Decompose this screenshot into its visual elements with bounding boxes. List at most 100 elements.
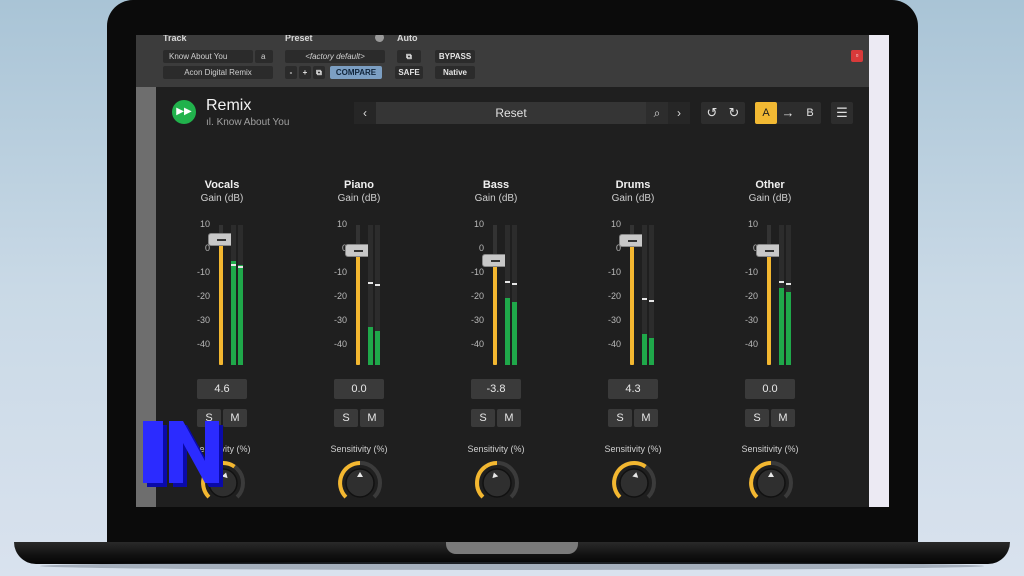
sensitivity-label: Sensitivity (%) bbox=[467, 444, 525, 454]
b-button[interactable]: B bbox=[799, 102, 821, 124]
copy-icon[interactable]: ⧉ bbox=[313, 66, 325, 79]
preset-menu-icon[interactable] bbox=[375, 35, 384, 42]
host-side-strip bbox=[869, 35, 889, 507]
level-meter-right bbox=[375, 225, 380, 365]
waveform-icon: ıl. bbox=[206, 117, 217, 128]
ab-compare-group: A → B bbox=[755, 102, 821, 124]
target-icon[interactable]: ▫ bbox=[851, 50, 863, 62]
host-plugin-header: Track Know About You a Acon Digital Remi… bbox=[136, 35, 889, 87]
level-meter-left bbox=[505, 225, 510, 365]
plugin-subtitle: ıl. Know About You bbox=[206, 117, 289, 128]
mute-button[interactable]: M bbox=[360, 409, 384, 427]
channel-name: Vocals bbox=[204, 179, 240, 191]
level-meter-left bbox=[368, 225, 373, 365]
meter-peak bbox=[779, 281, 784, 283]
safe-button[interactable]: SAFE bbox=[395, 66, 423, 79]
solo-button[interactable]: S bbox=[745, 409, 769, 427]
scale-tick-label: -10 bbox=[333, 267, 347, 277]
sensitivity-label: Sensitivity (%) bbox=[741, 444, 799, 454]
preset-next-button[interactable]: + bbox=[299, 66, 311, 79]
plugin-title: Remix bbox=[206, 97, 252, 114]
solo-button[interactable]: S bbox=[608, 409, 632, 427]
screen: Track Know About You a Acon Digital Remi… bbox=[136, 35, 889, 507]
level-meter-left bbox=[231, 225, 236, 365]
gain-scale: 100-10-20-30-40 bbox=[593, 219, 621, 359]
gain-label: Gain (dB) bbox=[200, 193, 244, 204]
undo-icon[interactable]: ↺ bbox=[701, 102, 723, 124]
scale-tick-label: -40 bbox=[196, 339, 210, 349]
channel-name: Bass bbox=[482, 179, 510, 191]
track-selector[interactable]: Know About You bbox=[163, 50, 253, 63]
channel-logo-watermark bbox=[143, 421, 223, 487]
host-preset-selector[interactable]: <factory default> bbox=[285, 50, 385, 63]
mute-button[interactable]: M bbox=[771, 409, 795, 427]
mute-button[interactable]: M bbox=[634, 409, 658, 427]
track-slot-selector[interactable]: a bbox=[255, 50, 273, 63]
compare-button[interactable]: COMPARE bbox=[330, 66, 382, 79]
scale-tick-label: -30 bbox=[607, 315, 621, 325]
scale-tick-label: -20 bbox=[470, 291, 484, 301]
level-meter-right bbox=[786, 225, 791, 365]
sensitivity-knob[interactable] bbox=[747, 459, 795, 507]
scale-tick-label: -30 bbox=[744, 315, 758, 325]
gain-label: Gain (dB) bbox=[611, 193, 655, 204]
scale-tick-label: -40 bbox=[470, 339, 484, 349]
play-forward-icon: ▶▶ bbox=[172, 100, 196, 124]
solo-button[interactable]: S bbox=[334, 409, 358, 427]
gain-value-field[interactable]: 4.6 bbox=[197, 379, 247, 399]
scale-tick-label: -10 bbox=[607, 267, 621, 277]
native-button[interactable]: Native bbox=[435, 66, 475, 79]
fader-fill bbox=[493, 260, 497, 365]
automation-window-icon[interactable]: ⧉ bbox=[397, 50, 421, 63]
gain-scale: 100-10-20-30-40 bbox=[182, 219, 210, 359]
meter-peak bbox=[642, 298, 647, 300]
channel-strip-bass: Bass Gain (dB) 10 0 -10 -20 -30 -40 -3.8 S M … bbox=[446, 179, 546, 505]
search-icon[interactable]: ⌕ bbox=[646, 102, 668, 124]
solo-button[interactable]: S bbox=[471, 409, 495, 427]
laptop-notch bbox=[446, 542, 578, 554]
channel-name: Drums bbox=[615, 179, 651, 191]
gain-value-field[interactable]: -3.8 bbox=[471, 379, 521, 399]
scale-tick-label: 10 bbox=[199, 219, 210, 229]
chevron-right-icon[interactable]: › bbox=[668, 102, 690, 124]
sensitivity-knob[interactable] bbox=[610, 459, 658, 507]
meter-fill bbox=[786, 292, 791, 365]
mute-button[interactable]: M bbox=[497, 409, 521, 427]
scale-tick-label: -30 bbox=[333, 315, 347, 325]
remix-plugin-window: ▶▶ Remix ıl. Know About You ‹ Reset ⌕ › … bbox=[156, 87, 869, 507]
meter-fill bbox=[375, 331, 380, 365]
sensitivity-knob[interactable] bbox=[473, 459, 521, 507]
gain-value-field[interactable]: 0.0 bbox=[334, 379, 384, 399]
a-button[interactable]: A bbox=[755, 102, 777, 124]
scale-tick-label: 10 bbox=[336, 219, 347, 229]
scale-tick-label: -40 bbox=[333, 339, 347, 349]
mute-button[interactable]: M bbox=[223, 409, 247, 427]
bypass-button[interactable]: BYPASS bbox=[435, 50, 475, 63]
scale-tick-label: -40 bbox=[607, 339, 621, 349]
scale-tick-label: 10 bbox=[473, 219, 484, 229]
meter-fill bbox=[231, 261, 236, 365]
gain-value-field[interactable]: 4.3 bbox=[608, 379, 658, 399]
preset-label: Preset bbox=[285, 35, 313, 43]
copy-a-to-b-icon[interactable]: → bbox=[777, 102, 799, 124]
plugin-insert-selector[interactable]: Acon Digital Remix bbox=[163, 66, 273, 79]
scale-tick-label: 0 bbox=[478, 243, 484, 253]
preset-name[interactable]: Reset bbox=[376, 102, 646, 124]
auto-label: Auto bbox=[397, 35, 418, 43]
meter-peak bbox=[231, 264, 236, 266]
fader-fill bbox=[219, 238, 223, 365]
gain-value-field[interactable]: 0.0 bbox=[745, 379, 795, 399]
channel-strip-piano: Piano Gain (dB) 100-10-20-30-40 0.0 S M … bbox=[309, 179, 409, 505]
preset-previous-button[interactable]: - bbox=[285, 66, 297, 79]
preset-bar: ‹ Reset ⌕ › bbox=[354, 102, 690, 124]
gain-scale: 100-10-20-30-40 bbox=[319, 219, 347, 359]
sensitivity-knob[interactable] bbox=[336, 459, 384, 507]
chevron-left-icon[interactable]: ‹ bbox=[354, 102, 376, 124]
menu-group: ☰ bbox=[831, 102, 853, 124]
scale-tick-label: -20 bbox=[196, 291, 210, 301]
hamburger-menu-icon[interactable]: ☰ bbox=[831, 102, 853, 124]
meter-fill bbox=[368, 327, 373, 365]
scale-tick-label: -40 bbox=[744, 339, 758, 349]
fader-fill bbox=[630, 239, 634, 365]
redo-icon[interactable]: ↻ bbox=[723, 102, 745, 124]
